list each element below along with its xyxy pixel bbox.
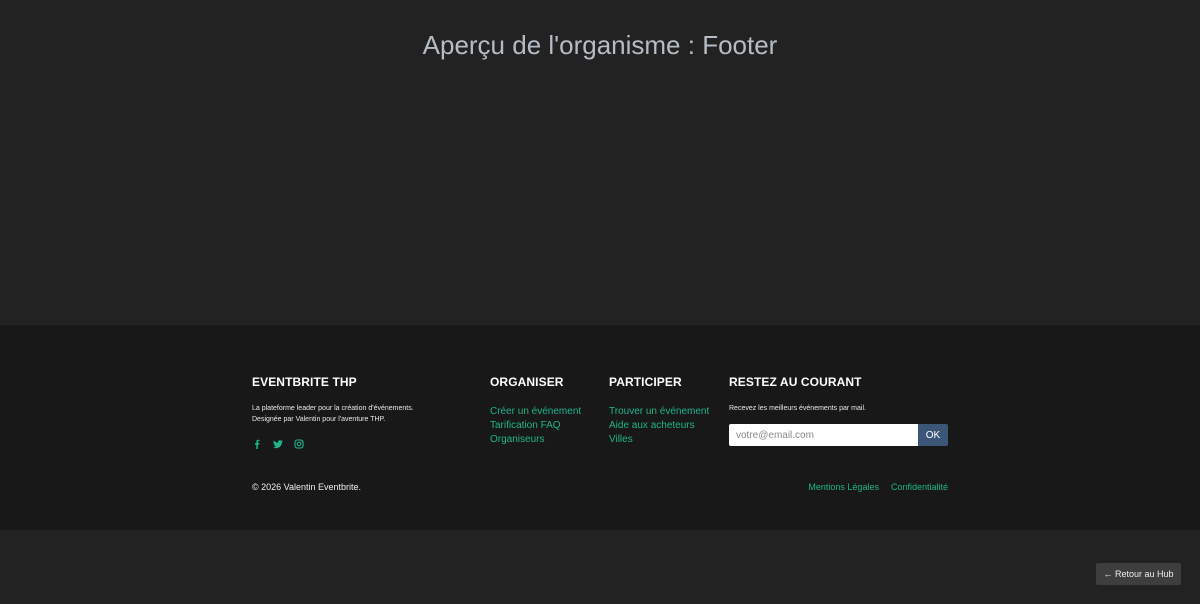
instagram-icon[interactable] <box>294 439 304 449</box>
link-mentions-legales[interactable]: Mentions Légales <box>808 482 879 492</box>
link-organiseurs[interactable]: Organiseurs <box>490 433 581 447</box>
facebook-icon[interactable] <box>252 439 262 449</box>
newsletter-text: Recevez les meilleurs événements par mai… <box>729 405 866 412</box>
twitter-icon[interactable] <box>273 439 283 449</box>
social-links <box>252 439 414 449</box>
footer-participer-column: PARTICIPER Trouver un événement Aide aux… <box>609 375 709 447</box>
footer-organiser-column: ORGANISER Créer un événement Tarificatio… <box>490 375 581 447</box>
brand-title: EVENTBRITE THP <box>252 375 357 389</box>
newsletter-title: RESTEZ AU COURANT <box>729 375 862 389</box>
subscribe-button[interactable]: OK <box>918 424 948 446</box>
brand-description-line1: La plateforme leader pour la création d'… <box>252 405 414 412</box>
link-villes[interactable]: Villes <box>609 433 709 447</box>
link-creer-evenement[interactable]: Créer un événement <box>490 405 581 419</box>
legal-links: Mentions Légales Confidentialité <box>808 482 948 492</box>
page-title: Aperçu de l'organisme : Footer <box>422 30 778 60</box>
participer-links: Trouver un événement Aide aux acheteurs … <box>609 405 709 447</box>
brand-description: La plateforme leader pour la création d'… <box>252 403 414 425</box>
link-aide-acheteurs[interactable]: Aide aux acheteurs <box>609 419 709 433</box>
link-tarification-faq[interactable]: Tarification FAQ <box>490 419 581 433</box>
back-to-hub-button[interactable]: ← Retour au Hub <box>1096 563 1181 585</box>
footer-brand-column: EVENTBRITE THP La plateforme leader pour… <box>252 375 414 449</box>
copyright: © 2026 Valentin Eventbrite. <box>252 482 362 492</box>
brand-description-line2: Designée par Valentin pour l'aventure TH… <box>252 416 386 423</box>
footer: EVENTBRITE THP La plateforme leader pour… <box>0 324 1200 530</box>
email-field[interactable] <box>729 424 918 446</box>
newsletter-form: OK <box>729 424 948 446</box>
footer-newsletter-column: RESTEZ AU COURANT Recevez les meilleurs … <box>729 375 948 446</box>
participer-title: PARTICIPER <box>609 375 682 389</box>
link-trouver-evenement[interactable]: Trouver un événement <box>609 405 709 419</box>
organiser-links: Créer un événement Tarification FAQ Orga… <box>490 405 581 447</box>
organiser-title: ORGANISER <box>490 375 564 389</box>
link-confidentialite[interactable]: Confidentialité <box>891 482 948 492</box>
